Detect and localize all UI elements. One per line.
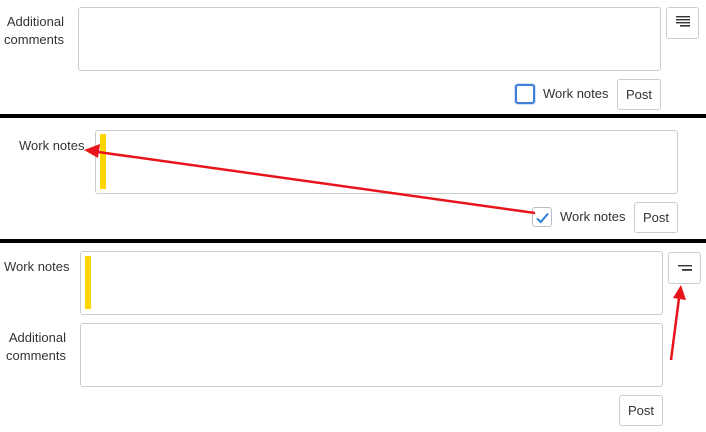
post-button[interactable]: Post [634, 202, 678, 233]
additional-comments-label: Additional comments [6, 330, 66, 363]
annotation-arrow-to-toggle [669, 285, 686, 361]
work-notes-label: Work notes [4, 259, 70, 274]
worknotes-checkbox[interactable] [515, 84, 535, 104]
worknotes-checkbox-label[interactable]: Work notes [543, 85, 609, 103]
work-notes-marker [100, 134, 106, 189]
work-notes-label: Work notes [19, 138, 85, 153]
post-button[interactable]: Post [617, 79, 661, 110]
worknotes-checkbox[interactable] [532, 207, 552, 227]
toggle-single-input-button[interactable] [668, 252, 701, 284]
toggle-multiple-input-button[interactable] [666, 7, 699, 39]
work-notes-marker [85, 256, 91, 309]
work-notes-textarea[interactable] [95, 130, 678, 194]
checkmark-icon [536, 211, 549, 229]
section-divider [0, 114, 706, 118]
additional-comments-textarea[interactable] [78, 7, 661, 71]
worknotes-checkbox-label[interactable]: Work notes [560, 208, 626, 226]
section-divider [0, 239, 706, 243]
single-input-icon [677, 259, 692, 277]
multiple-input-icon [675, 14, 690, 32]
work-notes-textarea[interactable] [80, 251, 663, 315]
post-button[interactable]: Post [619, 395, 663, 426]
additional-comments-textarea[interactable] [80, 323, 663, 387]
additional-comments-label: Additional comments [4, 14, 64, 47]
